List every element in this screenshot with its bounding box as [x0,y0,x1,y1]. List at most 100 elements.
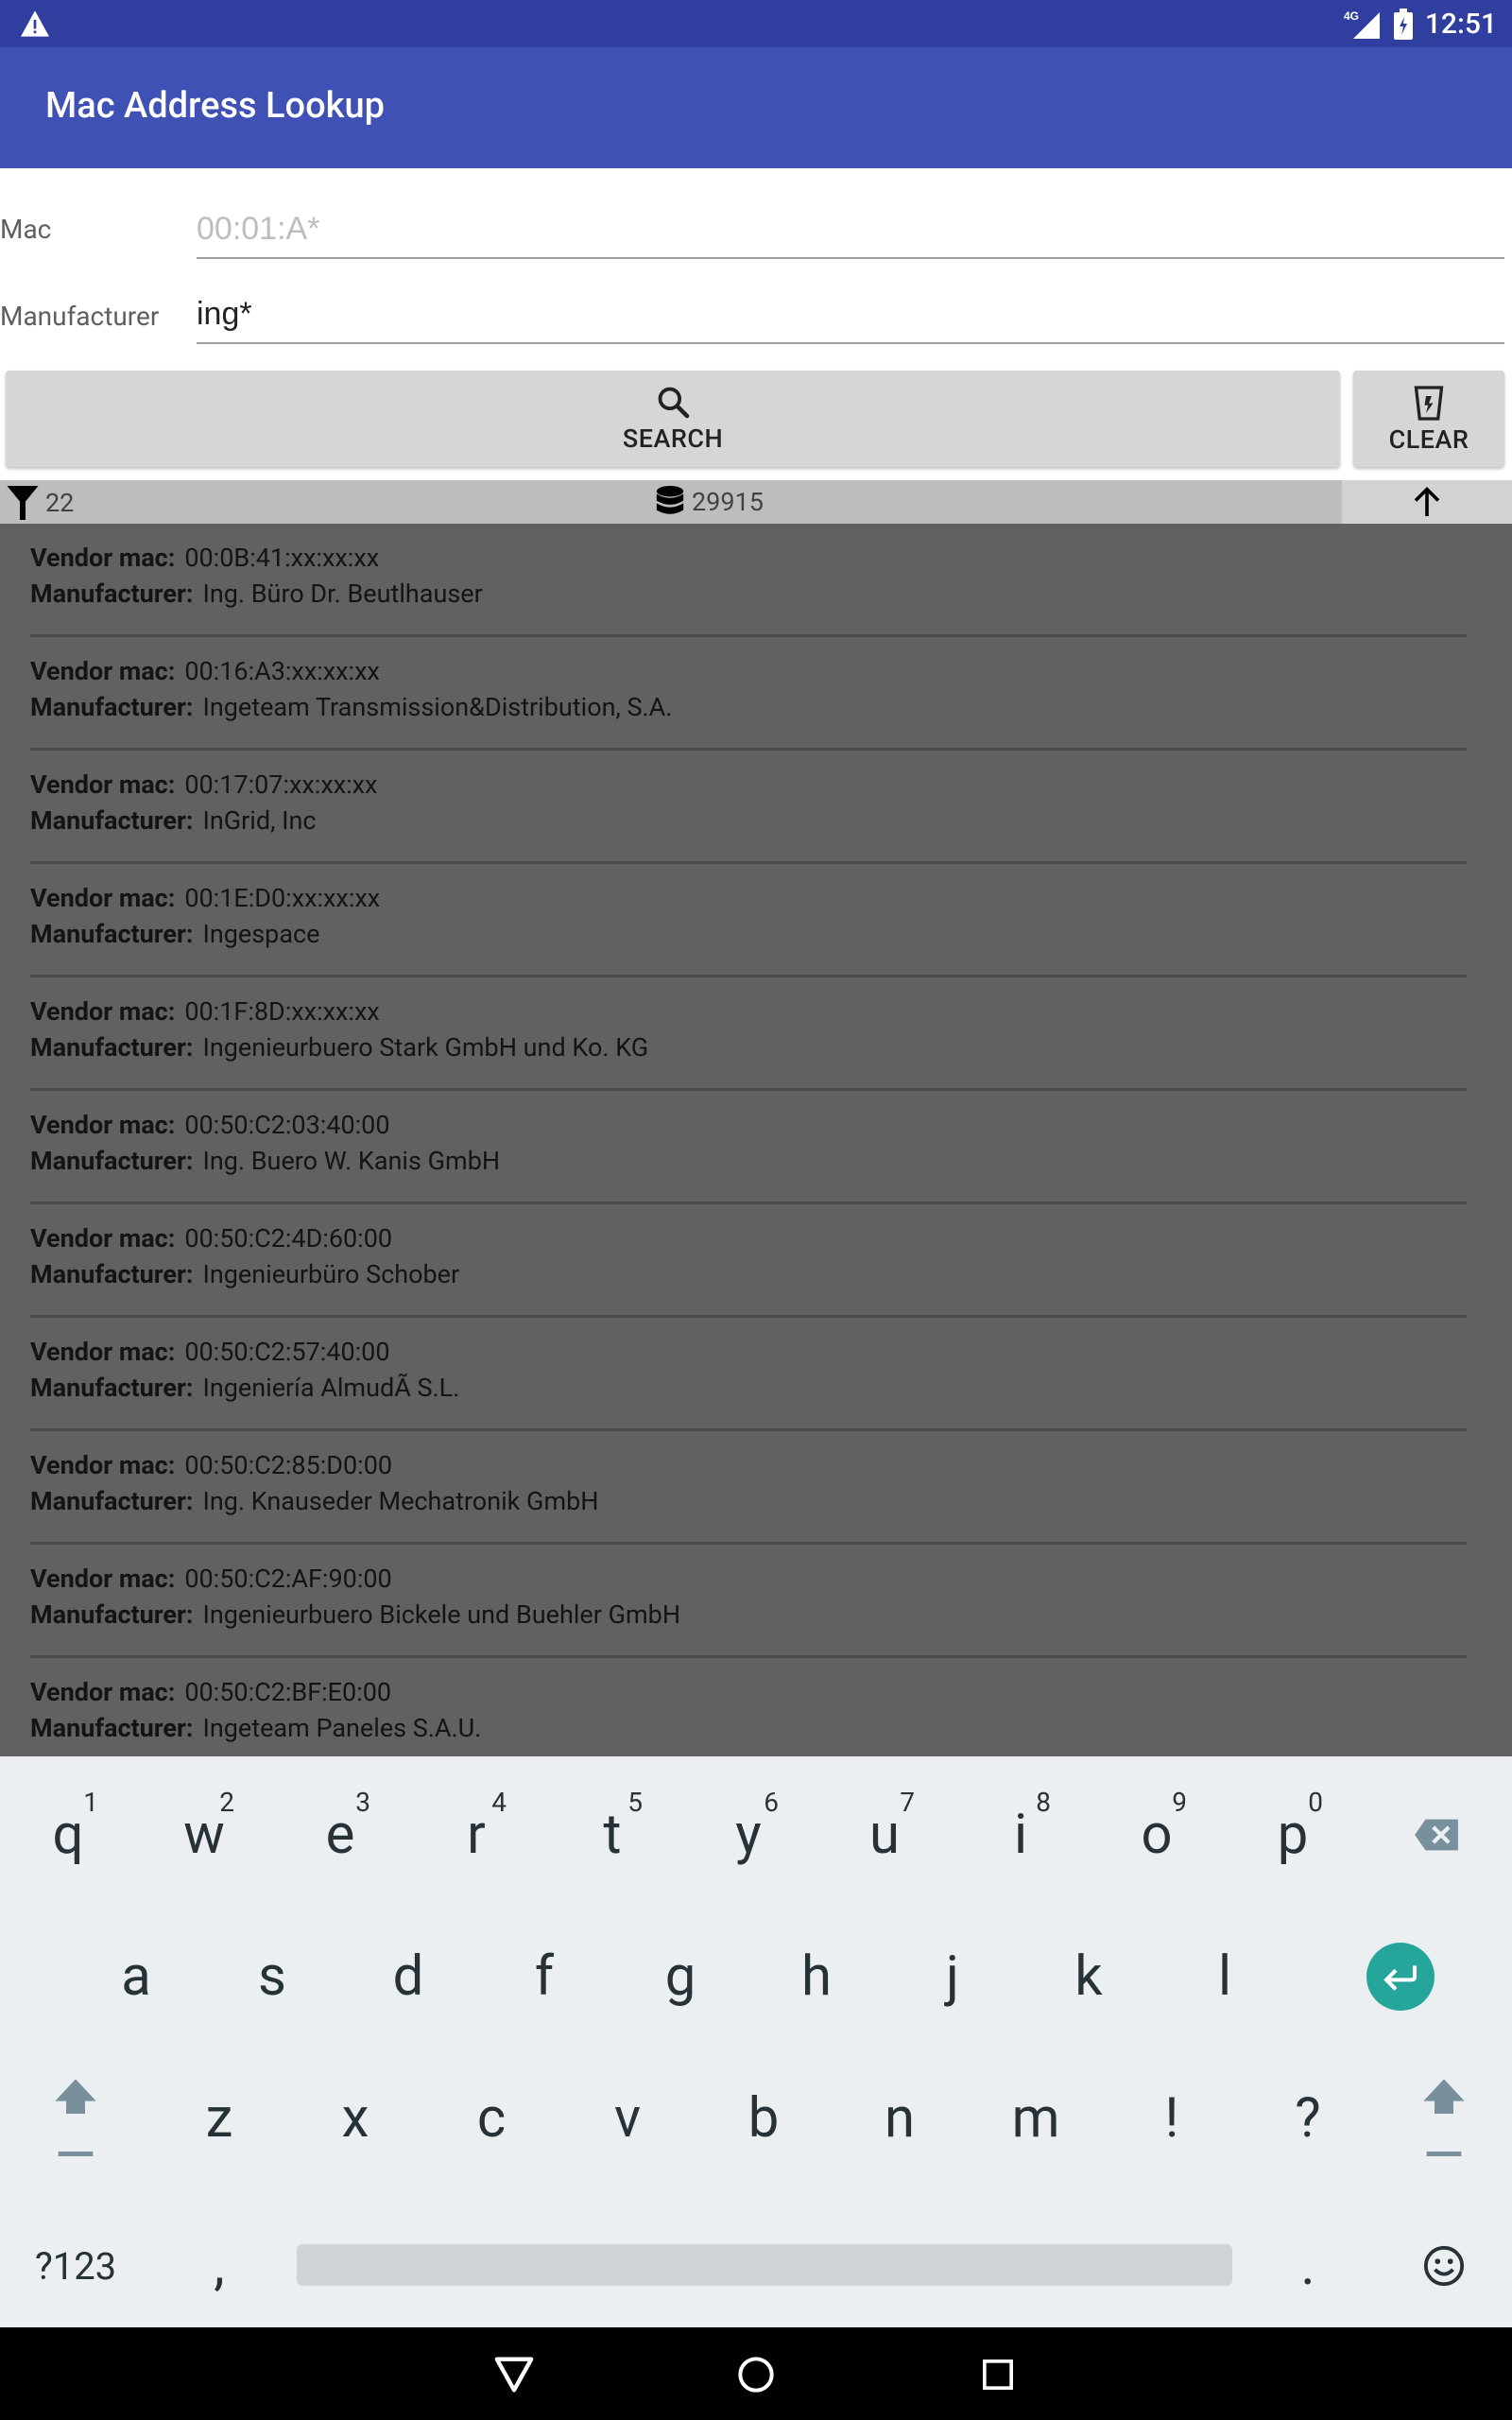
search-button[interactable]: SEARCH [6,371,1340,467]
vendor-mac-value: 00:17:07:xx:xx:xx [184,769,378,800]
vendor-mac-label: Vendor mac: [30,543,176,573]
search-form: Mac Manufacturer SEARCH CLEAR [0,168,1512,480]
vendor-mac-label: Vendor mac: [30,1677,176,1707]
key-exclamation[interactable]: ! [1104,2057,1240,2180]
key-h[interactable]: h [748,1915,885,2038]
key-shift-left[interactable] [8,2057,144,2180]
scroll-top-button[interactable] [1342,480,1512,524]
vendor-mac-label: Vendor mac: [30,1564,176,1594]
vendor-mac-label: Vendor mac: [30,656,176,686]
back-button[interactable] [491,2352,537,2397]
key-f[interactable]: f [476,1915,612,2038]
key-t[interactable]: t5 [544,1773,680,1896]
filter-icon [7,486,39,520]
vendor-mac-value: 00:50:C2:BF:E0:00 [184,1677,392,1707]
key-question[interactable]: ? [1240,2057,1376,2180]
status-bar: 4G 12:51 [0,0,1512,47]
results-list[interactable]: Vendor mac: 00:0B:41:xx:xx:xx Manufacture… [0,524,1512,1756]
key-shift-right[interactable] [1376,2057,1512,2180]
list-item[interactable]: Vendor mac: 00:16:A3:xx:xx:xx Manufacture… [30,637,1467,751]
key-w[interactable]: w2 [136,1773,272,1896]
key-g[interactable]: g [612,1915,748,2038]
vendor-mac-label: Vendor mac: [30,996,176,1027]
list-item[interactable]: Vendor mac: 00:50:C2:85:D0:00 Manufacture… [30,1431,1467,1545]
vendor-mac-label: Vendor mac: [30,1337,176,1367]
key-l[interactable]: l [1157,1915,1293,2038]
list-item[interactable]: Vendor mac: 00:1E:D0:xx:xx:xx Manufacture… [30,864,1467,977]
app-bar: Mac Address Lookup [0,47,1512,168]
recents-button[interactable] [975,2352,1021,2397]
list-item[interactable]: Vendor mac: 00:17:07:xx:xx:xx Manufacture… [30,751,1467,864]
navigation-bar [0,2327,1512,2420]
manufacturer-value: Ingeniería AlmudÃ S.L. [202,1373,460,1403]
key-space[interactable] [297,2244,1232,2286]
key-comma[interactable]: , [151,2204,287,2327]
key-y[interactable]: y6 [680,1773,816,1896]
shift-icon [1423,2079,1465,2156]
clear-button-label: CLEAR [1388,424,1469,455]
key-e[interactable]: e3 [272,1773,408,1896]
manufacturer-label: Manufacturer: [30,1599,194,1630]
manufacturer-label: Manufacturer [0,301,160,332]
key-x[interactable]: x [287,2057,423,2180]
manufacturer-value: Ingespace [202,919,320,949]
key-o[interactable]: o9 [1089,1773,1225,1896]
vendor-mac-label: Vendor mac: [30,769,176,800]
enter-icon [1383,1965,1417,1991]
manufacturer-value: Ingenieurbüro Schober [202,1259,460,1289]
key-c[interactable]: c [423,2057,559,2180]
key-d[interactable]: d [340,1915,476,2038]
key-r[interactable]: r4 [408,1773,544,1896]
key-m[interactable]: m [968,2057,1104,2180]
manufacturer-label: Manufacturer: [30,919,194,949]
vendor-mac-value: 00:50:C2:03:40:00 [184,1110,390,1140]
key-p[interactable]: p0 [1225,1773,1361,1896]
enter-key[interactable] [1366,1943,1435,2011]
manufacturer-value: InGrid, Inc [202,805,317,836]
manufacturer-input[interactable] [197,285,1504,344]
filter-count: 22 [6,484,74,522]
list-item[interactable]: Vendor mac: 00:50:C2:4D:60:00 Manufacture… [30,1204,1467,1318]
list-item[interactable]: Vendor mac: 00:50:C2:03:40:00 Manufacture… [30,1091,1467,1204]
list-item[interactable]: Vendor mac: 00:0B:41:xx:xx:xx Manufacture… [30,524,1467,637]
manufacturer-label: Manufacturer: [30,579,194,609]
key-z[interactable]: z [151,2057,287,2180]
manufacturer-label: Manufacturer: [30,1146,194,1176]
list-item[interactable]: Vendor mac: 00:50:C2:BF:E0:00 Manufacture… [30,1658,1467,1756]
key-period[interactable]: . [1240,2204,1376,2327]
manufacturer-value: Ingeteam Paneles S.A.U. [202,1713,482,1743]
manufacturer-label: Manufacturer: [30,1486,194,1516]
vendor-mac-label: Vendor mac: [30,1450,176,1480]
manufacturer-label: Manufacturer: [30,1032,194,1063]
key-u[interactable]: u7 [816,1773,953,1896]
clear-button[interactable]: CLEAR [1353,371,1504,467]
manufacturer-value: Ing. Buero W. Kanis GmbH [202,1146,501,1176]
recents-square-icon [982,2359,1014,2391]
key-symbols[interactable]: ?123 [8,2204,144,2327]
mac-input[interactable] [197,200,1504,259]
key-i[interactable]: i8 [953,1773,1089,1896]
manufacturer-label: Manufacturer: [30,1373,194,1403]
key-backspace[interactable] [1368,1773,1504,1896]
key-q[interactable]: q1 [0,1773,136,1896]
list-item[interactable]: Vendor mac: 00:50:C2:57:40:00 Manufacture… [30,1318,1467,1431]
key-s[interactable]: s [204,1915,340,2038]
emoji-icon [1423,2245,1465,2287]
manufacturer-label: Manufacturer: [30,805,194,836]
vendor-mac-value: 00:1E:D0:xx:xx:xx [184,883,381,913]
key-b[interactable]: b [696,2057,832,2180]
vendor-mac-label: Vendor mac: [30,1223,176,1253]
key-emoji[interactable] [1376,2204,1512,2327]
key-a[interactable]: a [68,1915,204,2038]
key-j[interactable]: j [885,1915,1021,2038]
list-item[interactable]: Vendor mac: 00:50:C2:AF:90:00 Manufacture… [30,1545,1467,1658]
home-button[interactable] [733,2352,779,2397]
key-k[interactable]: k [1021,1915,1157,2038]
manufacturer-value: Ingenieurbuero Stark GmbH und Ko. KG [202,1032,649,1063]
arrow-up-icon [1414,486,1440,516]
home-circle-icon [738,2357,774,2393]
key-n[interactable]: n [832,2057,968,2180]
key-v[interactable]: v [559,2057,696,2180]
vendor-mac-value: 00:50:C2:4D:60:00 [184,1223,393,1253]
list-item[interactable]: Vendor mac: 00:1F:8D:xx:xx:xx Manufacture… [30,977,1467,1091]
